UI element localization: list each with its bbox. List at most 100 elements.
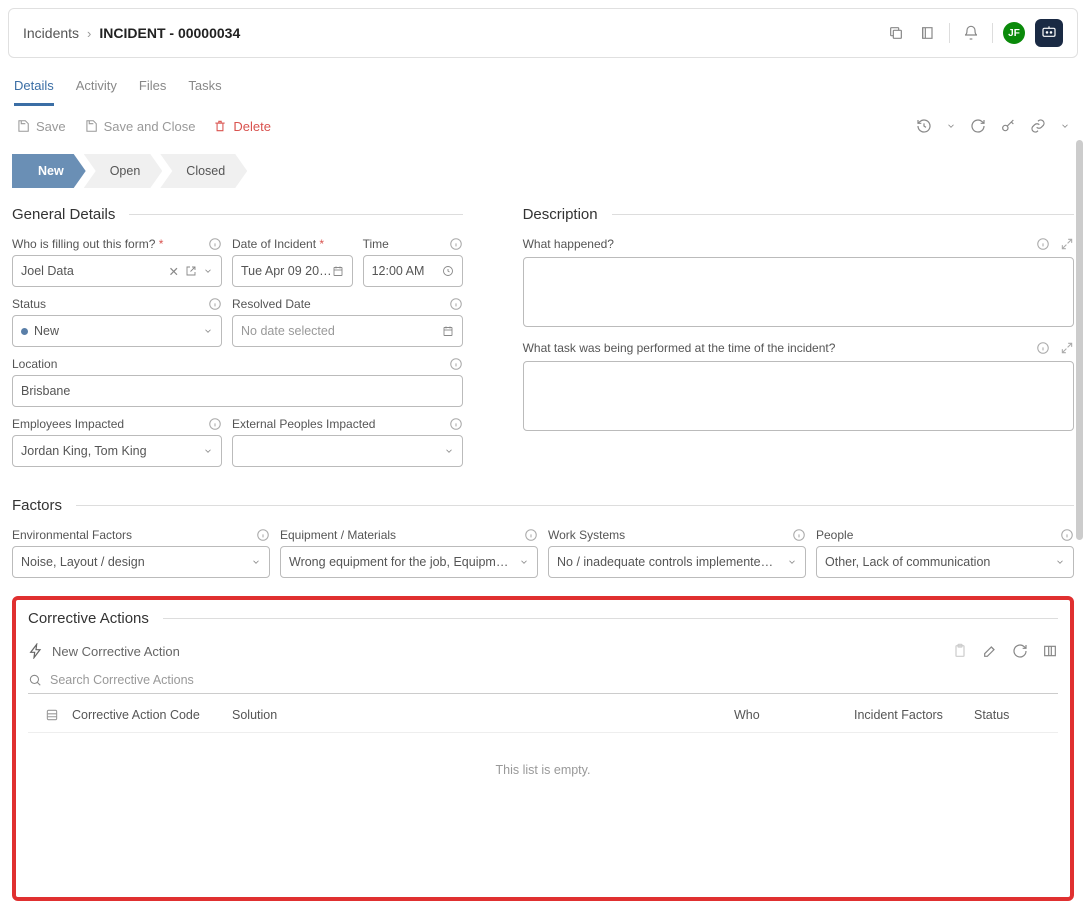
info-icon[interactable]	[1036, 237, 1050, 251]
equip-label: Equipment / Materials	[280, 528, 396, 542]
location-input[interactable]: Brisbane	[12, 375, 463, 407]
info-icon[interactable]	[208, 297, 222, 311]
equip-select[interactable]: Wrong equipment for the job, Equipm…	[280, 546, 538, 578]
section-description-label: Description	[523, 206, 598, 223]
bell-icon[interactable]	[960, 22, 982, 44]
work-select[interactable]: No / inadequate controls implemente…	[548, 546, 806, 578]
new-corrective-action-button[interactable]: New Corrective Action	[28, 643, 180, 659]
work-label: Work Systems	[548, 528, 625, 542]
tabs: Details Activity Files Tasks	[12, 68, 1074, 106]
col-solution[interactable]: Solution	[232, 708, 734, 722]
stage-new[interactable]: New	[12, 154, 86, 188]
clipboard-icon[interactable]	[952, 643, 968, 659]
info-icon[interactable]	[449, 417, 463, 431]
emp-impacted-select[interactable]: Jordan King, Tom King	[12, 435, 222, 467]
refresh-icon[interactable]	[1012, 643, 1028, 659]
lightning-icon	[28, 643, 44, 659]
stage-open[interactable]: Open	[84, 154, 163, 188]
people-select[interactable]: Other, Lack of communication	[816, 546, 1074, 578]
delete-label: Delete	[233, 119, 271, 134]
tab-activity[interactable]: Activity	[76, 74, 117, 106]
refresh-icon[interactable]	[970, 118, 986, 134]
ext-impacted-select[interactable]	[232, 435, 463, 467]
section-factors-label: Factors	[12, 497, 62, 514]
filler-label: Who is filling out this form?	[12, 237, 155, 251]
location-label: Location	[12, 357, 57, 371]
breadcrumb: Incidents › INCIDENT - 00000034	[23, 25, 240, 41]
save-close-label: Save and Close	[104, 119, 196, 134]
save-label: Save	[36, 119, 66, 134]
what-happened-textarea[interactable]	[523, 257, 1074, 327]
avatar[interactable]: JF	[1003, 22, 1025, 44]
what-task-textarea[interactable]	[523, 361, 1074, 431]
env-factors-select[interactable]: Noise, Layout / design	[12, 546, 270, 578]
edit-icon[interactable]	[982, 643, 998, 659]
chevron-down-icon[interactable]	[444, 446, 454, 456]
info-icon[interactable]	[449, 237, 463, 251]
columns-icon[interactable]	[1042, 643, 1058, 659]
tab-details[interactable]: Details	[14, 74, 54, 106]
tab-tasks[interactable]: Tasks	[188, 74, 221, 106]
info-icon[interactable]	[208, 417, 222, 431]
header-bar: Incidents › INCIDENT - 00000034 JF	[8, 8, 1078, 58]
section-corrective-label: Corrective Actions	[28, 610, 149, 627]
date-incident-input[interactable]: Tue Apr 09 20…	[232, 255, 353, 287]
divider	[992, 23, 993, 43]
key-icon[interactable]	[1000, 118, 1016, 134]
history-icon[interactable]	[916, 118, 932, 134]
expand-icon[interactable]	[1060, 237, 1074, 251]
col-factors[interactable]: Incident Factors	[854, 708, 974, 722]
search-icon	[28, 673, 42, 687]
clear-icon[interactable]: ✕	[169, 264, 179, 279]
what-happened-label: What happened?	[523, 237, 614, 251]
time-input[interactable]: 12:00 AM	[363, 255, 463, 287]
filler-input[interactable]: Joel Data ✕	[12, 255, 222, 287]
section-description: Description	[523, 206, 1074, 223]
chevron-down-icon[interactable]	[251, 557, 261, 567]
chat-icon[interactable]	[1035, 19, 1063, 47]
chevron-down-icon[interactable]	[203, 266, 213, 276]
chevron-down-icon[interactable]	[203, 446, 213, 456]
clock-icon[interactable]	[442, 265, 454, 277]
info-icon[interactable]	[208, 237, 222, 251]
tab-files[interactable]: Files	[139, 74, 166, 106]
expand-icon[interactable]	[1060, 341, 1074, 355]
calendar-icon[interactable]	[442, 325, 454, 337]
info-icon[interactable]	[1060, 528, 1074, 542]
book-icon[interactable]	[917, 22, 939, 44]
info-icon[interactable]	[1036, 341, 1050, 355]
time-label: Time	[363, 237, 389, 251]
stage-bar: New Open Closed	[12, 154, 1074, 188]
date-incident-label: Date of Incident	[232, 237, 316, 251]
chevron-down-icon[interactable]	[946, 121, 956, 131]
info-icon[interactable]	[524, 528, 538, 542]
status-select[interactable]: New	[12, 315, 222, 347]
col-code[interactable]: Corrective Action Code	[72, 708, 232, 722]
copy-icon[interactable]	[885, 22, 907, 44]
info-icon[interactable]	[256, 528, 270, 542]
resolved-input[interactable]: No date selected	[232, 315, 463, 347]
chevron-down-icon[interactable]	[1055, 557, 1065, 567]
save-button[interactable]: Save	[16, 119, 66, 134]
chevron-down-icon[interactable]	[787, 557, 797, 567]
scrollbar[interactable]	[1076, 140, 1083, 540]
save-close-button[interactable]: Save and Close	[84, 119, 196, 134]
breadcrumb-root[interactable]: Incidents	[23, 25, 79, 41]
search-corrective-actions[interactable]: Search Corrective Actions	[28, 667, 1058, 694]
info-icon[interactable]	[792, 528, 806, 542]
calendar-icon[interactable]	[332, 265, 344, 277]
open-icon[interactable]	[185, 265, 197, 277]
new-ca-label: New Corrective Action	[52, 644, 180, 659]
delete-button[interactable]: Delete	[213, 119, 271, 134]
info-icon[interactable]	[449, 297, 463, 311]
stage-closed[interactable]: Closed	[160, 154, 247, 188]
chevron-down-icon[interactable]	[203, 326, 213, 336]
chevron-down-icon[interactable]	[1060, 121, 1070, 131]
link-icon[interactable]	[1030, 118, 1046, 134]
col-status[interactable]: Status	[974, 708, 1054, 722]
select-all-icon[interactable]	[32, 708, 72, 722]
col-who[interactable]: Who	[734, 708, 854, 722]
divider	[949, 23, 950, 43]
info-icon[interactable]	[449, 357, 463, 371]
chevron-down-icon[interactable]	[519, 557, 529, 567]
